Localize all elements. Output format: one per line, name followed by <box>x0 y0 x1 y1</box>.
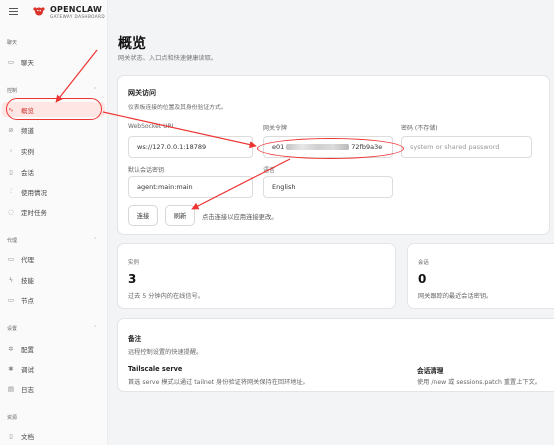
chevron-up-icon[interactable]: ⌃ <box>93 87 97 93</box>
session-key-label: 默认会话密钥 <box>128 167 165 174</box>
sidebar-item-usage[interactable]: ⫶ 使用情况 <box>2 184 105 199</box>
connect-button[interactable]: 连接 <box>128 205 158 226</box>
page-subtitle: 网关状态、入口点和快速健康读取。 <box>118 55 217 62</box>
document-icon: ▯ <box>9 167 13 176</box>
radio-icon: ◦ <box>9 146 13 155</box>
section-resources: 资源 <box>7 415 18 421</box>
sidebar-item-nodes[interactable]: ▭ 节点 <box>2 292 105 307</box>
annotation-oval-overview <box>6 98 102 120</box>
sidebar-item-skills[interactable]: ϟ 技能 <box>2 272 105 287</box>
section-agent: 代理 <box>7 238 18 244</box>
chevron-up-icon[interactable]: ⌃ <box>93 237 97 243</box>
sidebar-item-logs[interactable]: ▤ 日志 <box>2 381 105 396</box>
gateway-card-subtitle: 仪表板连接的位置及其身份验证方式。 <box>128 105 227 111</box>
sessions-value: 0 <box>418 272 427 286</box>
gear-icon: ✲ <box>8 344 14 353</box>
sidebar-item-chat[interactable]: ▭ 聊天 <box>2 54 105 69</box>
notes-title: 备注 <box>128 335 142 343</box>
page-title: 概览 <box>118 36 146 52</box>
gateway-card-title: 网关访问 <box>128 89 156 97</box>
section-chat: 聊天 <box>7 40 18 46</box>
section-control: 控制 <box>7 88 18 94</box>
sidebar-item-sessions[interactable]: ▯ 会话 <box>2 164 105 179</box>
sessions-label: 会话 <box>418 260 429 266</box>
section-settings: 设置 <box>7 326 18 332</box>
session-key-input[interactable]: agent:main:main <box>128 176 253 198</box>
sidebar-item-config[interactable]: ✲ 配置 <box>2 341 105 356</box>
sidebar-item-label: 定时任务 <box>21 208 47 217</box>
sidebar: OPENCLAW GATEWAY DASHBOARD 聊天 ▭ 聊天 控制 ⌃ … <box>0 0 108 445</box>
sidebar-item-label: 调试 <box>21 365 34 374</box>
link-icon: ⊘ <box>8 125 14 134</box>
instances-description: 过去 5 分钟内的在线信号。 <box>128 293 204 300</box>
sidebar-item-label: 代理 <box>21 255 34 264</box>
password-label: 密码 (不存储) <box>401 125 438 132</box>
sidebar-item-cron[interactable]: ◌ 定时任务 <box>2 204 105 219</box>
bug-icon: ✱ <box>8 364 14 373</box>
brand-name: OPENCLAW <box>50 5 103 14</box>
sidebar-item-label: 频道 <box>21 126 34 135</box>
chevron-up-icon[interactable]: ⌃ <box>93 325 97 331</box>
sidebar-item-label: 会话 <box>21 168 34 177</box>
clock-icon: ◌ <box>8 207 14 216</box>
sidebar-item-debug[interactable]: ✱ 调试 <box>2 361 105 376</box>
sidebar-item-label: 使用情况 <box>21 188 47 197</box>
instances-card: 实例 3 过去 5 分钟内的在线信号。 <box>117 243 396 309</box>
monitor-icon: ▭ <box>7 295 15 304</box>
sidebar-item-instances[interactable]: ◦ 实例 <box>2 143 105 158</box>
annotation-oval-token <box>257 138 404 159</box>
connect-hint: 点击连接以应用连接更改。 <box>202 214 278 221</box>
chat-bubble-icon: ▭ <box>7 57 15 66</box>
password-input[interactable]: system or shared password <box>401 136 532 158</box>
log-icon: ▤ <box>7 384 15 393</box>
lobster-logo-icon <box>33 7 45 16</box>
gateway-token-label: 网关令牌 <box>263 125 288 132</box>
refresh-button[interactable]: 刷新 <box>165 205 195 226</box>
notes-card: 备注 远程控制设置的快速提醒。 Tailscale serve 首选 serve… <box>117 318 554 392</box>
bar-chart-icon: ⫶ <box>10 187 12 195</box>
session-cleanup-text: 使用 /new 或 sessions.patch 重置上下文。 <box>417 379 541 386</box>
brand-subtitle: GATEWAY DASHBOARD <box>50 14 105 19</box>
sidebar-item-docs[interactable]: ▯ 文档 <box>2 428 105 443</box>
sidebar-item-label: 技能 <box>21 276 34 285</box>
sessions-description: 网关跟踪的最近会话密钥。 <box>418 293 493 300</box>
sessions-card: 会话 0 网关跟踪的最近会话密钥。 <box>407 243 554 309</box>
language-select[interactable]: English <box>263 176 393 198</box>
language-label: 语言 <box>263 167 276 174</box>
folder-icon: ▭ <box>7 254 15 263</box>
instances-label: 实例 <box>128 260 139 266</box>
ws-url-input[interactable]: ws://127.0.0.1:18789 <box>128 136 253 158</box>
sidebar-item-label: 实例 <box>21 147 34 156</box>
zap-icon: ϟ <box>8 275 14 284</box>
sidebar-item-channels[interactable]: ⊘ 频道 <box>2 122 105 137</box>
sidebar-item-agents[interactable]: ▭ 代理 <box>2 251 105 266</box>
menu-icon[interactable] <box>9 8 18 15</box>
instances-value: 3 <box>128 272 137 286</box>
session-cleanup-title: 会话清理 <box>417 367 444 375</box>
sidebar-item-label: 日志 <box>21 385 34 394</box>
notes-subtitle: 远程控制设置的快速提醒。 <box>128 349 203 356</box>
book-icon: ▯ <box>9 431 13 440</box>
tailscale-text: 首选 serve 模式以通过 tailnet 身份验证将网关保持在回环地址。 <box>128 379 309 386</box>
tailscale-title: Tailscale serve <box>128 365 183 373</box>
sidebar-item-label: 文档 <box>21 432 34 441</box>
sidebar-item-label: 配置 <box>21 345 34 354</box>
ws-url-label: WebSocket URL <box>128 123 175 130</box>
sidebar-item-label: 聊天 <box>21 58 34 67</box>
sidebar-item-label: 节点 <box>21 296 34 305</box>
